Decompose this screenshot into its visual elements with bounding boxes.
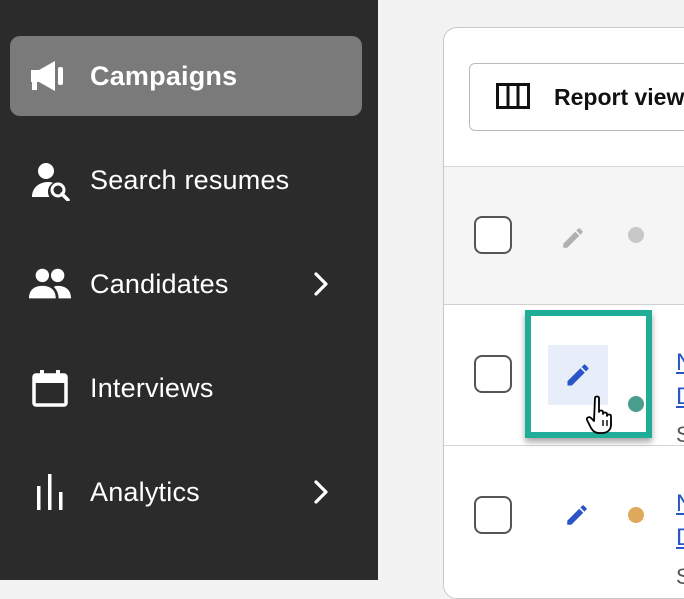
megaphone-icon (28, 54, 72, 98)
row-checkbox[interactable] (474, 355, 512, 393)
report-view-button[interactable]: Report view (469, 63, 684, 131)
table-header-row (444, 166, 684, 306)
status-header-dot (628, 227, 644, 243)
columns-icon (496, 83, 530, 114)
sidebar-item-label: Campaigns (90, 60, 238, 91)
sidebar-item-campaigns[interactable]: Campaigns (10, 36, 362, 116)
report-view-label: Report view (554, 83, 684, 110)
people-icon (28, 262, 72, 306)
sidebar-item-label: Analytics (90, 476, 200, 507)
sidebar-item-candidates[interactable]: Candidates (10, 244, 362, 324)
edit-icon[interactable] (564, 502, 590, 533)
sidebar-item-analytics[interactable]: Analytics (10, 452, 362, 532)
edit-header-icon (560, 225, 586, 256)
hand-cursor-icon (585, 394, 620, 439)
row-checkbox[interactable] (474, 496, 512, 534)
sidebar: Campaigns Search resumes Candidates Inte… (0, 0, 378, 580)
calendar-icon (28, 366, 72, 410)
sidebar-item-search-resumes[interactable]: Search resumes (10, 140, 362, 220)
chevron-right-icon (308, 479, 334, 505)
campaign-title-link-line2[interactable]: D (676, 383, 684, 411)
sidebar-item-label: Search resumes (90, 164, 290, 195)
sidebar-item-label: Interviews (90, 372, 214, 403)
select-all-checkbox[interactable] (474, 216, 512, 254)
campaign-subtitle: S (676, 422, 684, 448)
table-row: N D S (444, 446, 684, 598)
status-dot (628, 507, 644, 523)
sidebar-item-interviews[interactable]: Interviews (10, 348, 362, 428)
bar-chart-icon (28, 470, 72, 514)
person-search-icon (28, 158, 72, 202)
campaign-subtitle: S (676, 564, 684, 590)
campaign-title-link-line2[interactable]: D (676, 524, 684, 552)
chevron-right-icon (308, 271, 334, 297)
sidebar-item-label: Candidates (90, 268, 229, 299)
campaign-title-link[interactable]: N (676, 490, 684, 518)
campaign-title-link[interactable]: N (676, 349, 684, 377)
